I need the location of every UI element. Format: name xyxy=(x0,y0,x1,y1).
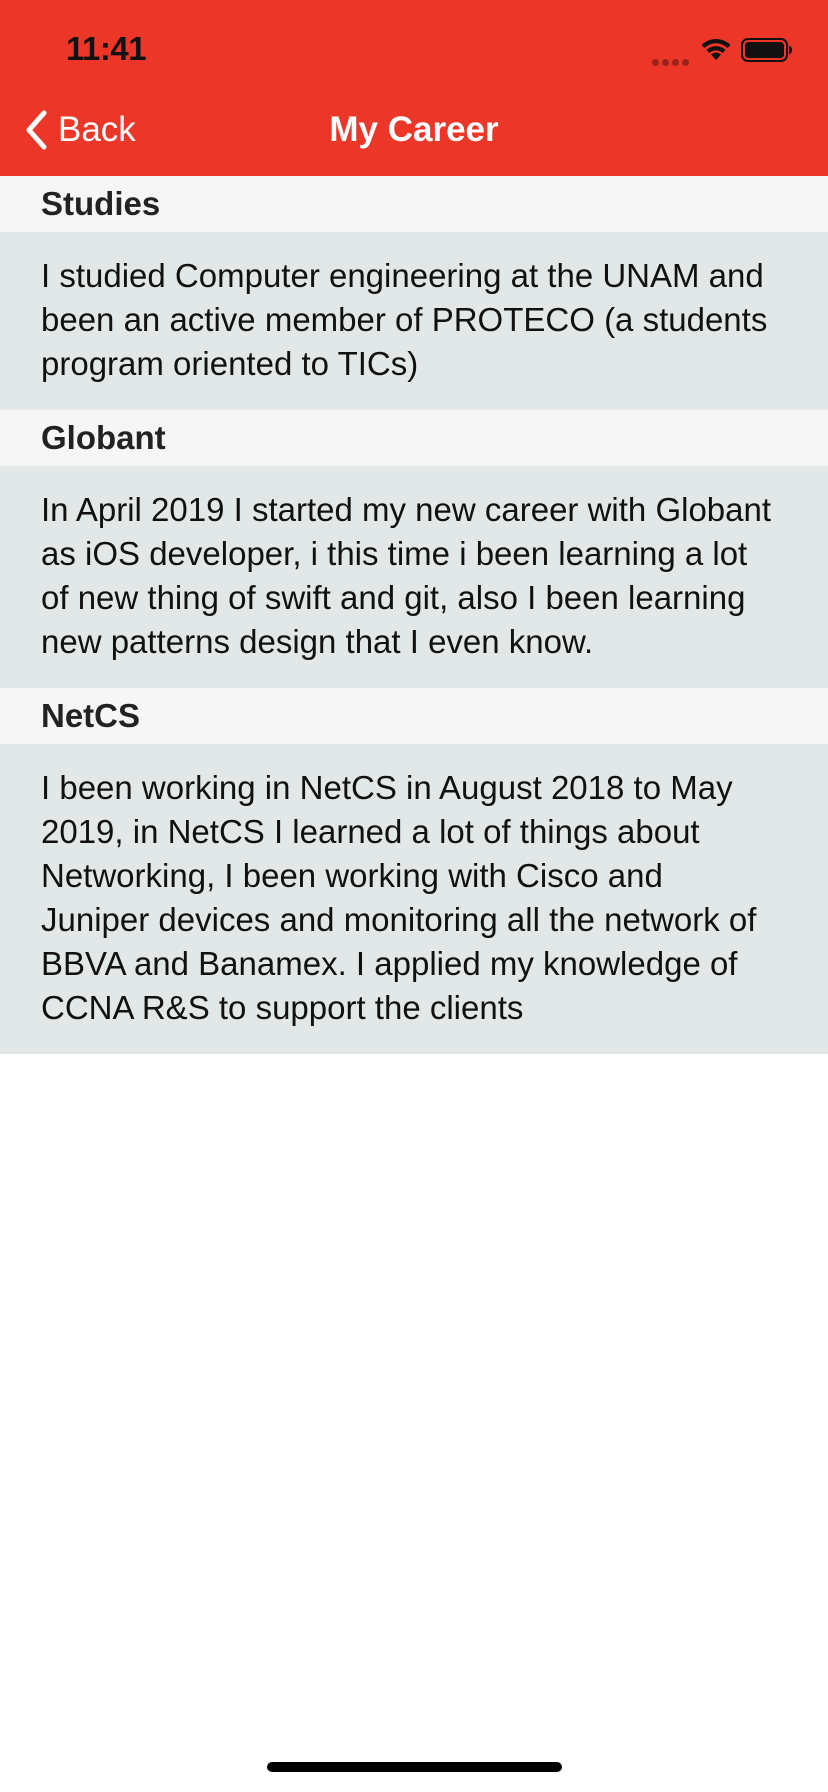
wifi-icon xyxy=(701,38,731,60)
section-body-studies: I studied Computer engineering at the UN… xyxy=(0,232,828,410)
navigation-bar: 11:41 Back My Career xyxy=(0,0,828,176)
status-time: 11:41 xyxy=(66,30,147,67)
page-title: My Career xyxy=(329,110,499,149)
career-list: Studies I studied Computer engineering a… xyxy=(0,176,828,1054)
signal-dots-icon xyxy=(652,53,692,66)
section-header-globant: Globant xyxy=(0,410,828,466)
home-indicator[interactable] xyxy=(267,1762,562,1772)
section-header-netcs: NetCS xyxy=(0,688,828,744)
section-body-globant: In April 2019 I started my new career wi… xyxy=(0,466,828,688)
section-header-studies: Studies xyxy=(0,176,828,232)
section-body-netcs: I been working in NetCS in August 2018 t… xyxy=(0,744,828,1054)
battery-icon xyxy=(741,38,792,62)
